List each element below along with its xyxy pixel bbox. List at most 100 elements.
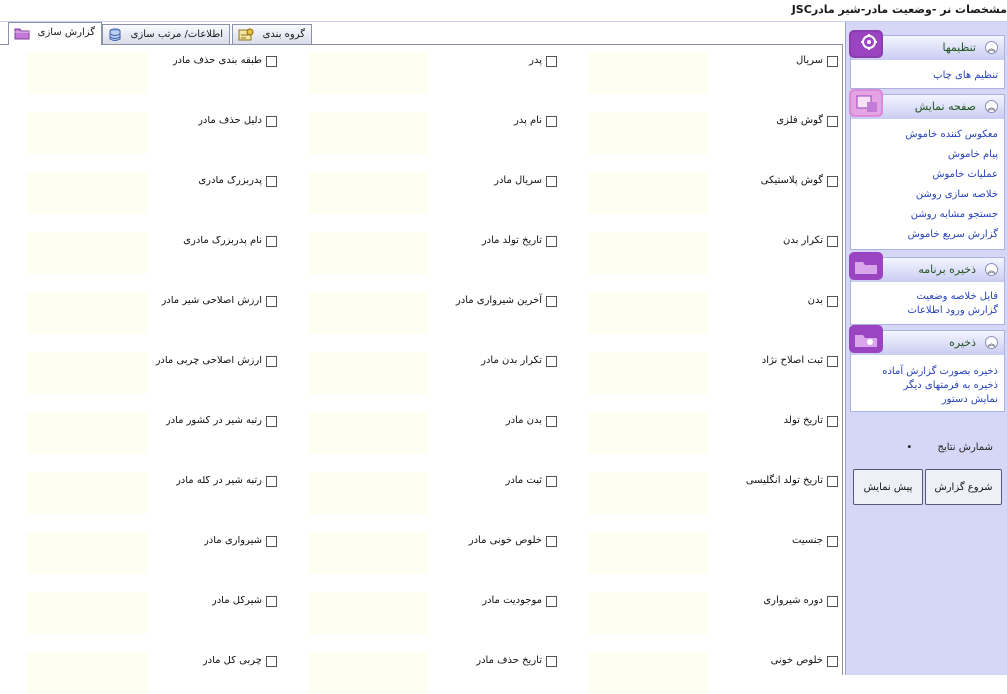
- field-option: موجودیت مادر: [317, 595, 557, 610]
- collapse-chevron-icon[interactable]: ︽: [985, 100, 998, 113]
- field-checkbox[interactable]: [546, 176, 557, 187]
- display-icon: [849, 89, 883, 117]
- field-checkbox[interactable]: [546, 236, 557, 247]
- field-checkbox[interactable]: [827, 116, 838, 127]
- field-value-highlight: [27, 652, 147, 694]
- save-folder-icon: [849, 325, 883, 353]
- field-checkbox[interactable]: [827, 476, 838, 487]
- folder-icon: [14, 26, 30, 43]
- field-checkbox[interactable]: [827, 176, 838, 187]
- link-show-command[interactable]: نمایش دستور: [882, 393, 998, 407]
- field-checkbox[interactable]: [546, 536, 557, 547]
- results-count: شمارش نتایج •: [906, 442, 993, 453]
- link-inverter-off[interactable]: معکوس کننده خاموش: [905, 125, 998, 145]
- field-label: سریال مادر: [494, 175, 542, 186]
- field-checkbox[interactable]: [827, 236, 838, 247]
- link-print-settings[interactable]: تنظیم های چاپ: [933, 66, 998, 86]
- field-checkbox[interactable]: [266, 416, 277, 427]
- field-checkbox[interactable]: [266, 596, 277, 607]
- link-save-other-formats[interactable]: ذخیره به فرمتهای دیگر: [882, 379, 998, 393]
- field-option: طبقه بندی حذف مادر: [151, 56, 277, 72]
- field-checkbox[interactable]: [266, 536, 277, 547]
- link-operations-off[interactable]: عملیات خاموش: [905, 165, 998, 185]
- title-bar: مشخصات نر -وضعیت مادر-شیر مادرJSC: [0, 0, 1007, 22]
- field-option: دلیل حذف مادر: [151, 116, 277, 132]
- field-checkbox[interactable]: [827, 296, 838, 307]
- link-quick-report-off[interactable]: گزارش سریع خاموش: [905, 225, 998, 245]
- panel-display: صفحه نمایش ︽ معکوس کننده خاموش پیام خامو…: [849, 89, 1005, 250]
- field-option: دوره شیرواری: [598, 595, 838, 610]
- field-option: ارزش اصلاحی چربی مادر: [151, 356, 277, 372]
- tab-label: اطلاعات/ مرتب سازی: [130, 29, 223, 40]
- field-label: تاریخ تولد مادر: [481, 235, 542, 246]
- panel-links: فایل خلاصه وضعیت گزارش ورود اطلاعات: [907, 290, 998, 318]
- database-icon: [108, 28, 122, 45]
- tab-grouping[interactable]: گروه بندی: [232, 24, 312, 44]
- field-checkbox[interactable]: [266, 116, 277, 127]
- panel-links: تنظیم های چاپ: [933, 66, 998, 86]
- field-checkbox[interactable]: [266, 56, 277, 67]
- field-checkbox[interactable]: [827, 656, 838, 667]
- folder-icon: [849, 252, 883, 280]
- field-checkbox[interactable]: [827, 596, 838, 607]
- field-option: ثبت اصلاح نژاد: [598, 355, 838, 370]
- link-save-as-ready-report[interactable]: ذخیره بصورت گزارش آماده: [882, 365, 998, 379]
- field-label: ثبت اصلاح نژاد: [761, 355, 823, 366]
- field-checkbox[interactable]: [827, 416, 838, 427]
- link-data-entry-report[interactable]: گزارش ورود اطلاعات: [907, 304, 998, 318]
- field-label: پدربزرگ مادری: [198, 176, 262, 186]
- link-message-off[interactable]: پیام خاموش: [905, 145, 998, 165]
- field-label: ثبت مادر: [505, 475, 542, 486]
- link-similar-search-on[interactable]: جستجو مشابه روشن: [905, 205, 998, 225]
- link-status-summary-file[interactable]: فایل خلاصه وضعیت: [907, 290, 998, 304]
- field-checkbox[interactable]: [266, 476, 277, 487]
- panel-header[interactable]: تنظیمها ︽: [849, 30, 1004, 60]
- field-checkbox[interactable]: [266, 236, 277, 247]
- field-label: شیرواری مادر: [203, 536, 262, 546]
- field-checkbox[interactable]: [546, 596, 557, 607]
- field-label: گوش فلزی: [776, 115, 823, 126]
- field-value-highlight: [27, 532, 147, 574]
- field-checkbox[interactable]: [546, 56, 557, 67]
- preview-button[interactable]: پیش نمایش: [853, 469, 923, 505]
- field-option: رتبه شیر در گله مادر: [151, 476, 277, 492]
- panel-header[interactable]: ذخیره ︽: [849, 325, 1004, 355]
- link-summary-on[interactable]: خلاصه سازی روشن: [905, 185, 998, 205]
- field-label: گوش پلاستیکی: [760, 175, 823, 186]
- collapse-chevron-icon[interactable]: ︽: [985, 263, 998, 276]
- field-checkbox[interactable]: [546, 296, 557, 307]
- field-label: بدن: [807, 295, 823, 306]
- field-option: خلوص خونی مادر: [317, 535, 557, 550]
- field-checkbox[interactable]: [827, 356, 838, 367]
- field-label: دوره شیرواری: [763, 595, 823, 606]
- start-report-button[interactable]: شروع گزارش: [925, 469, 1002, 505]
- field-checkbox[interactable]: [266, 356, 277, 367]
- tab-info-sorting[interactable]: اطلاعات/ مرتب سازی: [102, 24, 230, 44]
- field-checkbox[interactable]: [827, 56, 838, 67]
- panel-header[interactable]: ذخیره برنامه ︽: [849, 252, 1004, 282]
- collapse-chevron-icon[interactable]: ︽: [985, 41, 998, 54]
- panel-save: ذخیره ︽ ذخیره بصورت گزارش آماده ذخیره به…: [849, 325, 1005, 412]
- field-option: شیرواری مادر: [151, 536, 277, 552]
- field-checkbox[interactable]: [546, 476, 557, 487]
- field-label: سریال: [796, 55, 823, 66]
- field-label: رتبه شیر در گله مادر: [175, 476, 262, 486]
- field-label: بدن مادر: [505, 415, 542, 426]
- tab-report-building[interactable]: گزارش سازی: [8, 22, 102, 45]
- field-checkbox[interactable]: [546, 116, 557, 127]
- field-label: طبقه بندی حذف مادر: [172, 56, 262, 66]
- field-option: پدر: [317, 55, 557, 70]
- field-checkbox[interactable]: [827, 536, 838, 547]
- field-checkbox[interactable]: [546, 656, 557, 667]
- field-checkbox[interactable]: [266, 656, 277, 667]
- results-count-label: شمارش نتایج: [937, 442, 993, 453]
- panel-title: تنظیمها: [942, 41, 976, 54]
- field-checkbox[interactable]: [266, 176, 277, 187]
- sidebar: تنظیمها ︽ تنظیم های چاپ صفحه نمایش ︽ معک…: [845, 22, 1007, 675]
- field-checkbox[interactable]: [546, 416, 557, 427]
- field-checkbox[interactable]: [546, 356, 557, 367]
- panel-header[interactable]: صفحه نمایش ︽: [849, 89, 1004, 119]
- field-label: ارزش اصلاحی شیر مادر: [161, 296, 262, 306]
- field-checkbox[interactable]: [266, 296, 277, 307]
- collapse-chevron-icon[interactable]: ︽: [985, 336, 998, 349]
